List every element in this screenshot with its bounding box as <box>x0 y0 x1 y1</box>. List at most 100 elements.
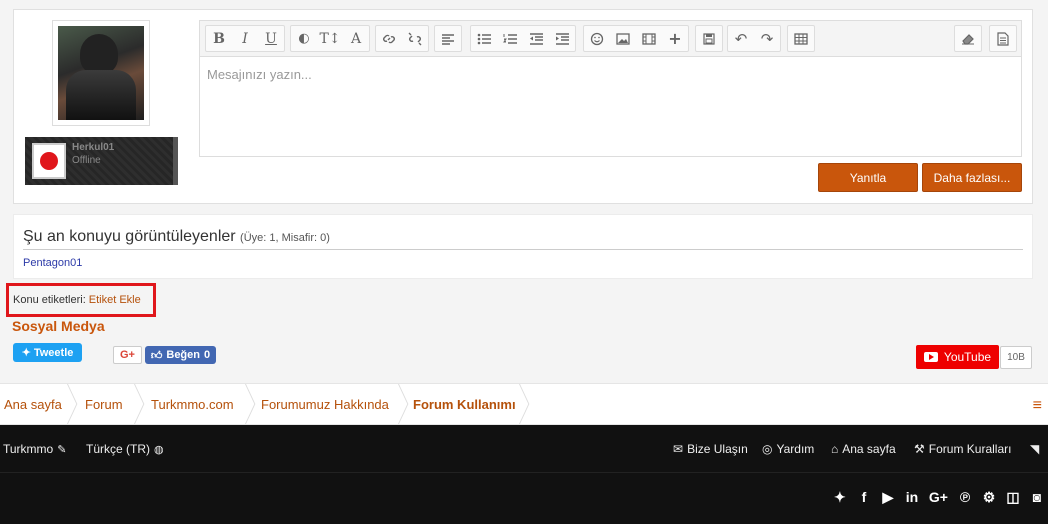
redo-button[interactable]: ↷ <box>754 26 780 51</box>
breadcrumb: Ana sayfa Forum Turkmmo.com Forumumuz Ha… <box>0 383 1048 425</box>
remove-format-button[interactable] <box>955 26 981 51</box>
pinterest-icon[interactable]: ℗ <box>958 489 972 506</box>
toggle-source-button[interactable] <box>990 26 1016 51</box>
forum-rules-link[interactable]: ⚒ Forum Kuralları <box>914 442 1011 456</box>
image-button[interactable] <box>610 26 636 51</box>
draft-group <box>695 25 723 52</box>
youtube-label: YouTube <box>943 350 992 364</box>
bullet-list-button[interactable] <box>471 26 497 51</box>
google-plus-icon[interactable]: G+ <box>929 489 948 506</box>
save-draft-button[interactable] <box>696 26 722 51</box>
add-tag-link[interactable]: Etiket Ekle <box>89 294 141 306</box>
twitter-icon: ✦ <box>21 347 31 359</box>
breadcrumb-item-current[interactable]: Forum Kullanımı <box>413 384 516 424</box>
outdent-icon <box>530 32 543 45</box>
facebook-icon[interactable]: f <box>857 489 871 506</box>
instagram-icon[interactable]: ◙ <box>1030 489 1044 506</box>
message-textarea[interactable]: Mesajınızı yazın... <box>200 57 1021 92</box>
reply-button[interactable]: Yanıtla <box>818 163 918 192</box>
google-plus-button[interactable]: G+ <box>113 346 142 364</box>
list-group <box>470 25 576 52</box>
indent-button[interactable] <box>549 26 575 51</box>
help-link[interactable]: ◎ Yardım <box>762 442 814 456</box>
bold-button[interactable]: B <box>206 26 232 51</box>
rss-icon: ◥ <box>1030 442 1040 456</box>
username[interactable]: Herkul01 <box>72 142 114 153</box>
breadcrumb-separator <box>519 384 529 424</box>
twitch-icon[interactable]: ◫ <box>1006 489 1020 506</box>
home-label: Ana sayfa <box>842 442 896 456</box>
eraser-icon <box>962 33 974 45</box>
indent-icon <box>556 32 569 45</box>
globe-icon: ◍ <box>154 443 164 456</box>
language-chooser[interactable]: Türkçe (TR) ◍ <box>86 442 164 456</box>
unlink-icon <box>408 32 422 45</box>
outdent-button[interactable] <box>523 26 549 51</box>
like-count: 0 <box>204 349 211 361</box>
image-icon <box>616 32 630 45</box>
table-button[interactable] <box>788 26 814 51</box>
align-left-icon <box>442 33 454 45</box>
contact-label: Bize Ulaşın <box>687 442 748 456</box>
insert-group: + <box>583 25 689 52</box>
breadcrumb-item-turkmmo[interactable]: Turkmmo.com <box>151 384 234 424</box>
text-color-button[interactable]: ◐ <box>291 26 317 51</box>
footer-top-bar: Turkmmo ✎ Türkçe (TR) ◍ ✉ Bize Ulaşın ◎ … <box>0 425 1048 473</box>
style-chooser[interactable]: Turkmmo ✎ <box>3 442 66 456</box>
editor-toolbar: B I U ◐ T↕ A + ↶ ↷ <box>200 21 1021 57</box>
paintbrush-icon: ✎ <box>57 443 67 456</box>
smilies-button[interactable] <box>584 26 610 51</box>
youtube-subscribe-button[interactable]: YouTube <box>916 345 999 369</box>
media-button[interactable] <box>636 26 662 51</box>
tweet-label: Tweetle <box>33 346 74 359</box>
unlink-button[interactable] <box>402 26 428 51</box>
youtube-icon <box>923 352 938 362</box>
rss-link[interactable]: ◥ <box>1030 442 1039 456</box>
hamburger-menu-icon[interactable]: ≡ <box>1033 397 1042 415</box>
linkedin-icon[interactable]: in <box>905 489 919 506</box>
youtube-icon[interactable]: ▶ <box>881 489 895 506</box>
viewers-title: Şu an konuyu görüntüleyenler (Üye: 1, Mi… <box>23 228 330 245</box>
contact-link[interactable]: ✉ Bize Ulaşın <box>673 442 748 456</box>
underline-button[interactable]: U <box>258 26 284 51</box>
offline-dot-icon <box>40 152 58 170</box>
breadcrumb-separator <box>134 384 144 424</box>
floppy-icon <box>703 32 715 45</box>
user-info-bar: Herkul01 Offline <box>25 137 178 185</box>
table-group <box>787 25 815 52</box>
breadcrumb-item-forum[interactable]: Forum <box>85 384 123 424</box>
breadcrumb-separator <box>67 384 77 424</box>
twitter-icon[interactable]: ✦ <box>833 489 847 506</box>
thread-viewers-panel: Şu an konuyu görüntüleyenler (Üye: 1, Mi… <box>13 214 1033 279</box>
home-link[interactable]: ⌂ Ana sayfa <box>831 442 896 456</box>
steam-icon[interactable]: ⚙ <box>982 489 996 506</box>
italic-button[interactable]: I <box>232 26 258 51</box>
more-options-button[interactable]: Daha fazlası... <box>922 163 1022 192</box>
font-family-button[interactable]: A <box>343 26 369 51</box>
undo-button[interactable]: ↶ <box>728 26 754 51</box>
language-name: Türkçe (TR) <box>86 442 150 456</box>
avatar[interactable] <box>52 20 150 126</box>
align-button[interactable] <box>435 26 461 51</box>
youtube-subscriber-count: 10B <box>1000 346 1032 369</box>
insert-button[interactable]: + <box>662 26 688 51</box>
font-size-button[interactable]: T↕ <box>317 26 343 51</box>
link-group <box>375 25 429 52</box>
document-icon <box>997 31 1009 46</box>
viewer-user-link[interactable]: Pentagon01 <box>23 257 82 269</box>
tweet-button[interactable]: ✦ Tweetle <box>13 343 82 362</box>
smiley-icon <box>590 32 604 45</box>
film-icon <box>642 32 656 45</box>
like-label: Beğen <box>166 349 200 361</box>
footer: Turkmmo ✎ Türkçe (TR) ◍ ✉ Bize Ulaşın ◎ … <box>0 425 1048 524</box>
facebook-like-button[interactable]: 👍︎ Beğen 0 <box>145 346 216 364</box>
help-label: Yardım <box>776 442 815 456</box>
link-button[interactable] <box>376 26 402 51</box>
breadcrumb-item-about[interactable]: Forumumuz Hakkında <box>261 384 389 424</box>
numbered-list-button[interactable] <box>497 26 523 51</box>
history-group: ↶ ↷ <box>727 25 781 52</box>
font-group: ◐ T↕ A <box>290 25 370 52</box>
breadcrumb-separator <box>245 384 255 424</box>
viewers-counts: (Üye: 1, Misafir: 0) <box>240 232 330 244</box>
breadcrumb-item-home[interactable]: Ana sayfa <box>4 384 62 424</box>
